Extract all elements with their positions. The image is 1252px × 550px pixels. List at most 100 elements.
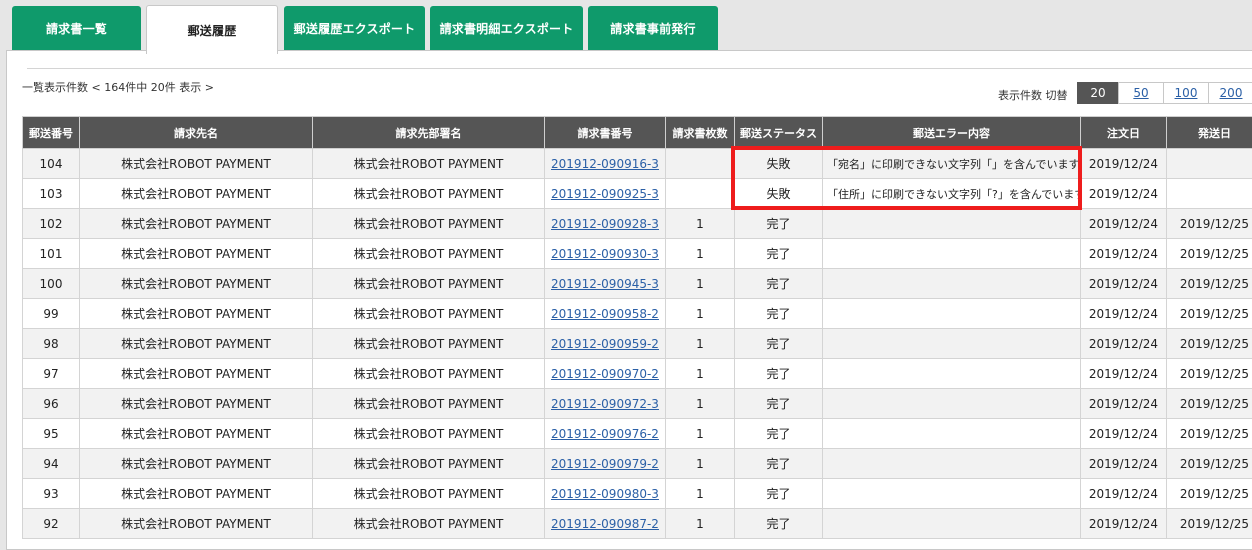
- tab-mailing-history-export[interactable]: 郵送履歴エクスポート: [284, 6, 425, 50]
- invoice-link[interactable]: 201912-090979-2: [551, 457, 659, 471]
- order-date-cell: 2019/12/24: [1081, 269, 1167, 299]
- invoice-cell: 201912-090925-3: [545, 179, 666, 209]
- status-cell: 完了: [735, 359, 823, 389]
- mail-no-cell: 95: [23, 419, 80, 449]
- page-size-200[interactable]: 200: [1208, 82, 1252, 104]
- customer-cell: 株式会社ROBOT PAYMENT: [80, 509, 313, 539]
- page-count-cell: 1: [666, 299, 735, 329]
- invoice-link[interactable]: 201912-090970-2: [551, 367, 659, 381]
- mail-no-cell: 104: [23, 149, 80, 179]
- department-cell: 株式会社ROBOT PAYMENT: [313, 479, 545, 509]
- page-count-cell: 1: [666, 359, 735, 389]
- col-header-invoice-no[interactable]: 請求書番号: [545, 117, 666, 149]
- invoice-link[interactable]: 201912-090987-2: [551, 517, 659, 531]
- order-date-cell: 2019/12/24: [1081, 179, 1167, 209]
- table-row[interactable]: 98株式会社ROBOT PAYMENT株式会社ROBOT PAYMENT2019…: [23, 329, 1252, 359]
- divider: [27, 68, 1252, 69]
- ship-date-cell: [1167, 179, 1252, 209]
- customer-cell: 株式会社ROBOT PAYMENT: [80, 299, 313, 329]
- col-header-mail-no[interactable]: 郵送番号: [23, 117, 80, 149]
- status-cell: 完了: [735, 209, 823, 239]
- status-cell: 失敗: [735, 179, 823, 209]
- department-cell: 株式会社ROBOT PAYMENT: [313, 299, 545, 329]
- customer-cell: 株式会社ROBOT PAYMENT: [80, 209, 313, 239]
- tab-invoice-detail-export[interactable]: 請求書明細エクスポート: [430, 6, 583, 50]
- page-count-cell: 1: [666, 419, 735, 449]
- error-detail-cell: [823, 329, 1081, 359]
- department-cell: 株式会社ROBOT PAYMENT: [313, 239, 545, 269]
- customer-cell: 株式会社ROBOT PAYMENT: [80, 239, 313, 269]
- department-cell: 株式会社ROBOT PAYMENT: [313, 419, 545, 449]
- error-detail-cell: [823, 269, 1081, 299]
- invoice-link[interactable]: 201912-090925-3: [551, 187, 659, 201]
- status-cell: 失敗: [735, 149, 823, 179]
- col-header-mail-status[interactable]: 郵送ステータス: [735, 117, 823, 149]
- invoice-link[interactable]: 201912-090980-3: [551, 487, 659, 501]
- customer-cell: 株式会社ROBOT PAYMENT: [80, 419, 313, 449]
- mail-no-cell: 94: [23, 449, 80, 479]
- mail-no-cell: 102: [23, 209, 80, 239]
- table-row[interactable]: 96株式会社ROBOT PAYMENT株式会社ROBOT PAYMENT2019…: [23, 389, 1252, 419]
- page-count-cell: [666, 149, 735, 179]
- invoice-link[interactable]: 201912-090958-2: [551, 307, 659, 321]
- invoice-cell: 201912-090928-3: [545, 209, 666, 239]
- ship-date-cell: 2019/12/25: [1167, 209, 1252, 239]
- table-row[interactable]: 93株式会社ROBOT PAYMENT株式会社ROBOT PAYMENT2019…: [23, 479, 1252, 509]
- ship-date-cell: 2019/12/25: [1167, 419, 1252, 449]
- invoice-link[interactable]: 201912-090945-3: [551, 277, 659, 291]
- page-size-50[interactable]: 50: [1118, 82, 1164, 104]
- tab-mailing-history[interactable]: 郵送履歴: [146, 5, 278, 54]
- invoice-cell: 201912-090930-3: [545, 239, 666, 269]
- col-header-error-detail[interactable]: 郵送エラー内容: [823, 117, 1081, 149]
- order-date-cell: 2019/12/24: [1081, 149, 1167, 179]
- table-header-row: 郵送番号 請求先名 請求先部署名 請求書番号 請求書枚数 郵送ステータス 郵送エ…: [23, 117, 1252, 149]
- tab-invoice-list[interactable]: 請求書一覧: [12, 6, 141, 50]
- page-count-cell: [666, 179, 735, 209]
- invoice-link[interactable]: 201912-090928-3: [551, 217, 659, 231]
- col-header-page-count[interactable]: 請求書枚数: [666, 117, 735, 149]
- table-row[interactable]: 94株式会社ROBOT PAYMENT株式会社ROBOT PAYMENT2019…: [23, 449, 1252, 479]
- invoice-link[interactable]: 201912-090930-3: [551, 247, 659, 261]
- order-date-cell: 2019/12/24: [1081, 239, 1167, 269]
- col-header-ship-date[interactable]: 発送日: [1167, 117, 1252, 149]
- order-date-cell: 2019/12/24: [1081, 419, 1167, 449]
- order-date-cell: 2019/12/24: [1081, 449, 1167, 479]
- error-detail-cell: [823, 239, 1081, 269]
- col-header-customer[interactable]: 請求先名: [80, 117, 313, 149]
- col-header-order-date[interactable]: 注文日: [1081, 117, 1167, 149]
- table-row[interactable]: 104株式会社ROBOT PAYMENT株式会社ROBOT PAYMENT201…: [23, 149, 1252, 179]
- invoice-link[interactable]: 201912-090972-3: [551, 397, 659, 411]
- table-row[interactable]: 101株式会社ROBOT PAYMENT株式会社ROBOT PAYMENT201…: [23, 239, 1252, 269]
- department-cell: 株式会社ROBOT PAYMENT: [313, 209, 545, 239]
- table-row[interactable]: 95株式会社ROBOT PAYMENT株式会社ROBOT PAYMENT2019…: [23, 419, 1252, 449]
- table-row[interactable]: 102株式会社ROBOT PAYMENT株式会社ROBOT PAYMENT201…: [23, 209, 1252, 239]
- table-row[interactable]: 100株式会社ROBOT PAYMENT株式会社ROBOT PAYMENT201…: [23, 269, 1252, 299]
- page-size-100[interactable]: 100: [1163, 82, 1209, 104]
- customer-cell: 株式会社ROBOT PAYMENT: [80, 449, 313, 479]
- ship-date-cell: [1167, 149, 1252, 179]
- table-row[interactable]: 97株式会社ROBOT PAYMENT株式会社ROBOT PAYMENT2019…: [23, 359, 1252, 389]
- ship-date-cell: 2019/12/25: [1167, 389, 1252, 419]
- page-size-20[interactable]: 20: [1077, 82, 1119, 104]
- status-cell: 完了: [735, 329, 823, 359]
- table-row[interactable]: 99株式会社ROBOT PAYMENT株式会社ROBOT PAYMENT2019…: [23, 299, 1252, 329]
- tab-invoice-pre-issue[interactable]: 請求書事前発行: [588, 6, 718, 50]
- page-size-switcher: 20 50 100 200: [1078, 82, 1252, 104]
- status-cell: 完了: [735, 449, 823, 479]
- status-cell: 完了: [735, 389, 823, 419]
- invoice-cell: 201912-090958-2: [545, 299, 666, 329]
- invoice-link[interactable]: 201912-090976-2: [551, 427, 659, 441]
- invoice-cell: 201912-090959-2: [545, 329, 666, 359]
- invoice-link[interactable]: 201912-090916-3: [551, 157, 659, 171]
- error-detail-cell: [823, 389, 1081, 419]
- col-header-department[interactable]: 請求先部署名: [313, 117, 545, 149]
- ship-date-cell: 2019/12/25: [1167, 479, 1252, 509]
- status-cell: 完了: [735, 479, 823, 509]
- table-row[interactable]: 92株式会社ROBOT PAYMENT株式会社ROBOT PAYMENT2019…: [23, 509, 1252, 539]
- error-detail-cell: [823, 359, 1081, 389]
- department-cell: 株式会社ROBOT PAYMENT: [313, 329, 545, 359]
- mail-no-cell: 99: [23, 299, 80, 329]
- page-count-cell: 1: [666, 209, 735, 239]
- invoice-link[interactable]: 201912-090959-2: [551, 337, 659, 351]
- table-row[interactable]: 103株式会社ROBOT PAYMENT株式会社ROBOT PAYMENT201…: [23, 179, 1252, 209]
